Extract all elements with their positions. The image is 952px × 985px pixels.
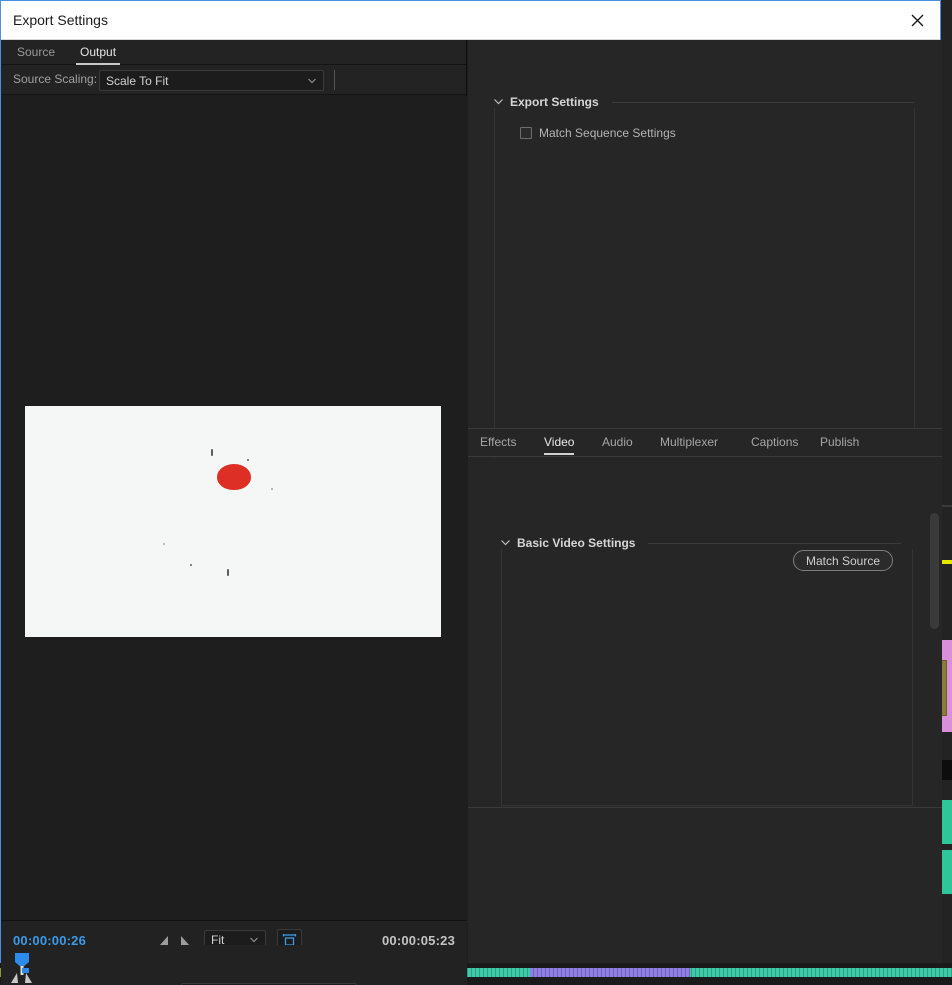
format-label: Format: [938, 159, 952, 173]
chevron-down-icon [308, 78, 316, 83]
basic-video-settings-header[interactable]: Basic Video Settings [501, 536, 901, 550]
frame-speck [163, 543, 165, 545]
source-scaling-select[interactable]: Scale To Fit [99, 70, 324, 91]
group-rule [611, 101, 914, 103]
export-settings-group-header[interactable]: Export Settings [494, 95, 914, 109]
group-rule [648, 542, 901, 544]
match-source-button[interactable]: Match Source [793, 550, 893, 571]
tab-multiplexer[interactable]: Multiplexer [660, 435, 718, 453]
output-name-label: Output Name: [938, 264, 952, 278]
toolbar-separator [334, 70, 335, 90]
export-settings-group-box [494, 108, 915, 466]
chevron-down-icon [250, 937, 258, 943]
bottom-options-area [468, 807, 942, 963]
twirl-down-icon [501, 540, 510, 546]
preset-label: Preset: [938, 195, 952, 209]
frame-speck [227, 569, 229, 576]
match-sequence-settings-row[interactable]: Match Sequence Settings [520, 126, 676, 140]
basic-video-settings-box [501, 549, 913, 806]
source-range-bar [1, 945, 467, 985]
frame-speck [211, 449, 213, 456]
screen: Export Settings Source Output Source Sca… [0, 0, 952, 985]
match-sequence-settings-label: Match Sequence Settings [539, 126, 676, 140]
settings-tab-strip: Effects Video Audio Multiplexer Captions… [468, 428, 942, 457]
preview-stage [1, 96, 467, 920]
settings-pane: Export Settings Match Sequence Settings … [468, 40, 942, 963]
tab-video[interactable]: Video [544, 435, 575, 455]
frame-speck [247, 459, 249, 461]
preview-pane: Source Output Source Scaling: Scale To F… [1, 40, 467, 985]
comments-label: Comments: [938, 231, 952, 245]
twirl-down-icon [494, 99, 503, 105]
video-tab-panel: Basic Video Settings Match Source [468, 458, 942, 806]
tab-audio[interactable]: Audio [602, 435, 633, 453]
tab-effects[interactable]: Effects [480, 435, 516, 453]
basic-video-settings-title: Basic Video Settings [517, 536, 636, 550]
red-ellipse-shape [217, 464, 251, 490]
match-sequence-settings-checkbox[interactable] [520, 127, 532, 139]
preview-tabs: Source Output [1, 40, 466, 65]
export-settings-dialog: Export Settings Source Output Source Sca… [0, 0, 942, 985]
frame-speck [190, 564, 192, 566]
preview-tab-source[interactable]: Source [13, 43, 59, 63]
frame-speck [271, 488, 273, 490]
tab-captions[interactable]: Captions [751, 435, 798, 453]
source-scaling-row: Source Scaling: Scale To Fit [1, 65, 466, 95]
source-scaling-value: Scale To Fit [106, 73, 169, 88]
export-settings-group-title: Export Settings [510, 95, 599, 109]
export-settings-scroll-area: Export Settings Match Sequence Settings … [468, 40, 942, 466]
close-icon[interactable] [894, 1, 940, 39]
tab-publish[interactable]: Publish [820, 435, 859, 453]
bg-seg-purple-b [530, 968, 690, 977]
source-scaling-label: Source Scaling: [13, 72, 98, 86]
preview-frame-image [25, 406, 441, 637]
window-title: Export Settings [13, 12, 108, 28]
dialog-body: Source Output Source Scaling: Scale To F… [1, 40, 942, 985]
title-bar: Export Settings [1, 1, 940, 40]
video-panel-scrollbar[interactable] [930, 513, 939, 629]
preview-tab-output[interactable]: Output [76, 43, 121, 65]
playhead-icon[interactable] [11, 953, 33, 985]
